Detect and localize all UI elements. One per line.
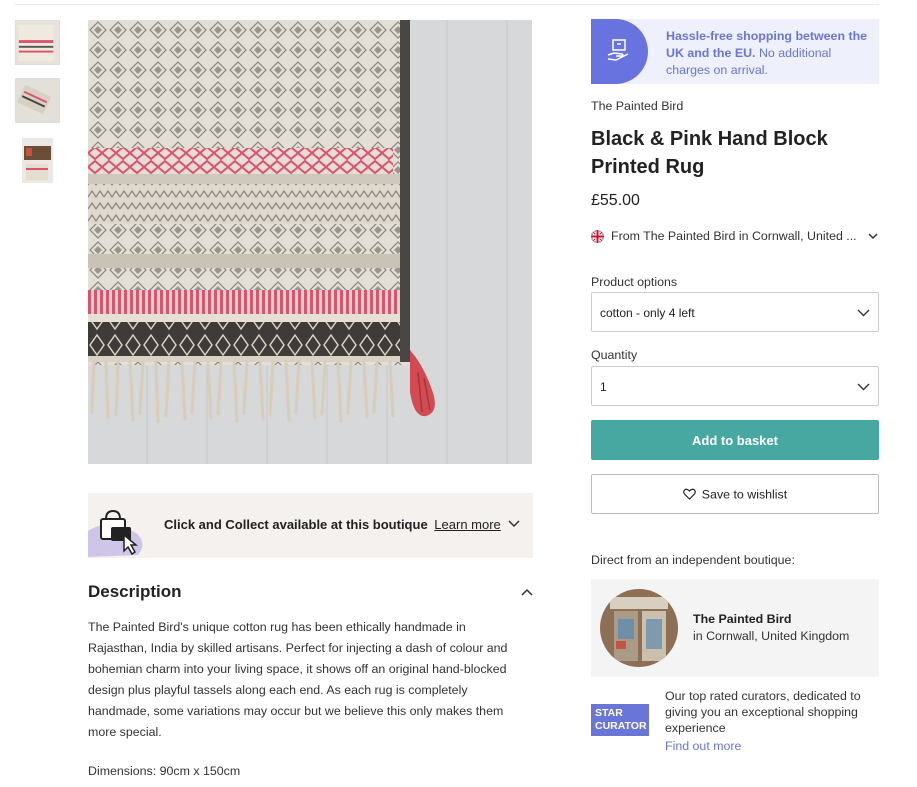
click-collect-panel[interactable]: Click and Collect available at this bout…: [88, 493, 533, 558]
product-options-label: Product options: [591, 275, 678, 289]
top-divider: [15, 4, 879, 5]
chevron-up-icon[interactable]: [520, 585, 534, 599]
chevron-down-icon: [857, 309, 870, 317]
star-curator-badge-line2: CURATOR: [595, 720, 647, 732]
product-options-select[interactable]: cotton - only 4 left: [591, 292, 879, 332]
boutique-location: in Cornwall, United Kingdom: [693, 629, 850, 643]
shipping-origin-text: From The Painted Bird in Cornwall, Unite…: [611, 229, 857, 243]
find-out-more-link[interactable]: Find out more: [665, 739, 741, 753]
shipping-origin[interactable]: From The Painted Bird in Cornwall, Unite…: [591, 229, 879, 245]
product-main-image[interactable]: [88, 20, 532, 464]
quantity-select[interactable]: 1: [591, 366, 879, 406]
boutique-photo: [600, 589, 678, 667]
description-heading[interactable]: Description: [88, 582, 182, 602]
thumbnail-3-image: [22, 138, 53, 183]
star-curator-badge: STAR CURATOR: [591, 704, 649, 736]
product-price: £55.00: [591, 192, 640, 209]
chevron-down-icon: [857, 383, 870, 391]
click-collect-message: Click and Collect available at this bout…: [164, 517, 501, 532]
thumbnail-3[interactable]: [22, 138, 53, 183]
boutique-intro: Direct from an independent boutique:: [591, 553, 795, 567]
product-title: Black & Pink Hand Block Printed Rug: [591, 128, 828, 178]
chevron-down-icon[interactable]: [867, 230, 879, 242]
thumbnail-1[interactable]: [15, 20, 60, 65]
thumbnail-2[interactable]: [15, 78, 60, 123]
quantity-value: 1: [600, 380, 607, 394]
shopping-bag-cursor-icon: [88, 509, 143, 557]
product-brand[interactable]: The Painted Bird: [591, 99, 683, 113]
description-dimensions: Dimensions: 90cm x 150cm: [88, 764, 241, 778]
uk-flag-icon: [591, 230, 604, 243]
boutique-name[interactable]: The Painted Bird: [693, 612, 791, 626]
save-to-wishlist-label: Save to wishlist: [701, 487, 788, 502]
description-body: The Painted Bird's unique cotton rug has…: [88, 620, 508, 739]
chevron-down-icon[interactable]: [507, 517, 521, 531]
thumbnail-2-image: [16, 79, 59, 122]
heart-icon: [682, 488, 696, 501]
thumbnail-1-image: [16, 21, 59, 64]
product-options-value: cotton - only 4 left: [600, 306, 695, 320]
banner-text: Hassle-free shopping between the UK and …: [666, 28, 871, 79]
save-to-wishlist-button[interactable]: Save to wishlist: [591, 474, 879, 514]
banner-icon-tab: [591, 19, 648, 84]
hand-package-icon: [607, 39, 629, 61]
boutique-card[interactable]: The Painted Bird in Cornwall, United Kin…: [591, 579, 879, 677]
quantity-label: Quantity: [591, 348, 638, 362]
click-collect-text: Click and Collect available at this bout…: [164, 517, 428, 532]
star-curator-badge-line1: STAR: [595, 707, 623, 719]
learn-more-link[interactable]: Learn more: [434, 517, 500, 532]
shipping-banner: Hassle-free shopping between the UK and …: [591, 19, 879, 84]
star-curator-text: Our top rated curators, dedicated to giv…: [665, 689, 861, 735]
add-to-basket-button[interactable]: Add to basket: [591, 420, 879, 460]
